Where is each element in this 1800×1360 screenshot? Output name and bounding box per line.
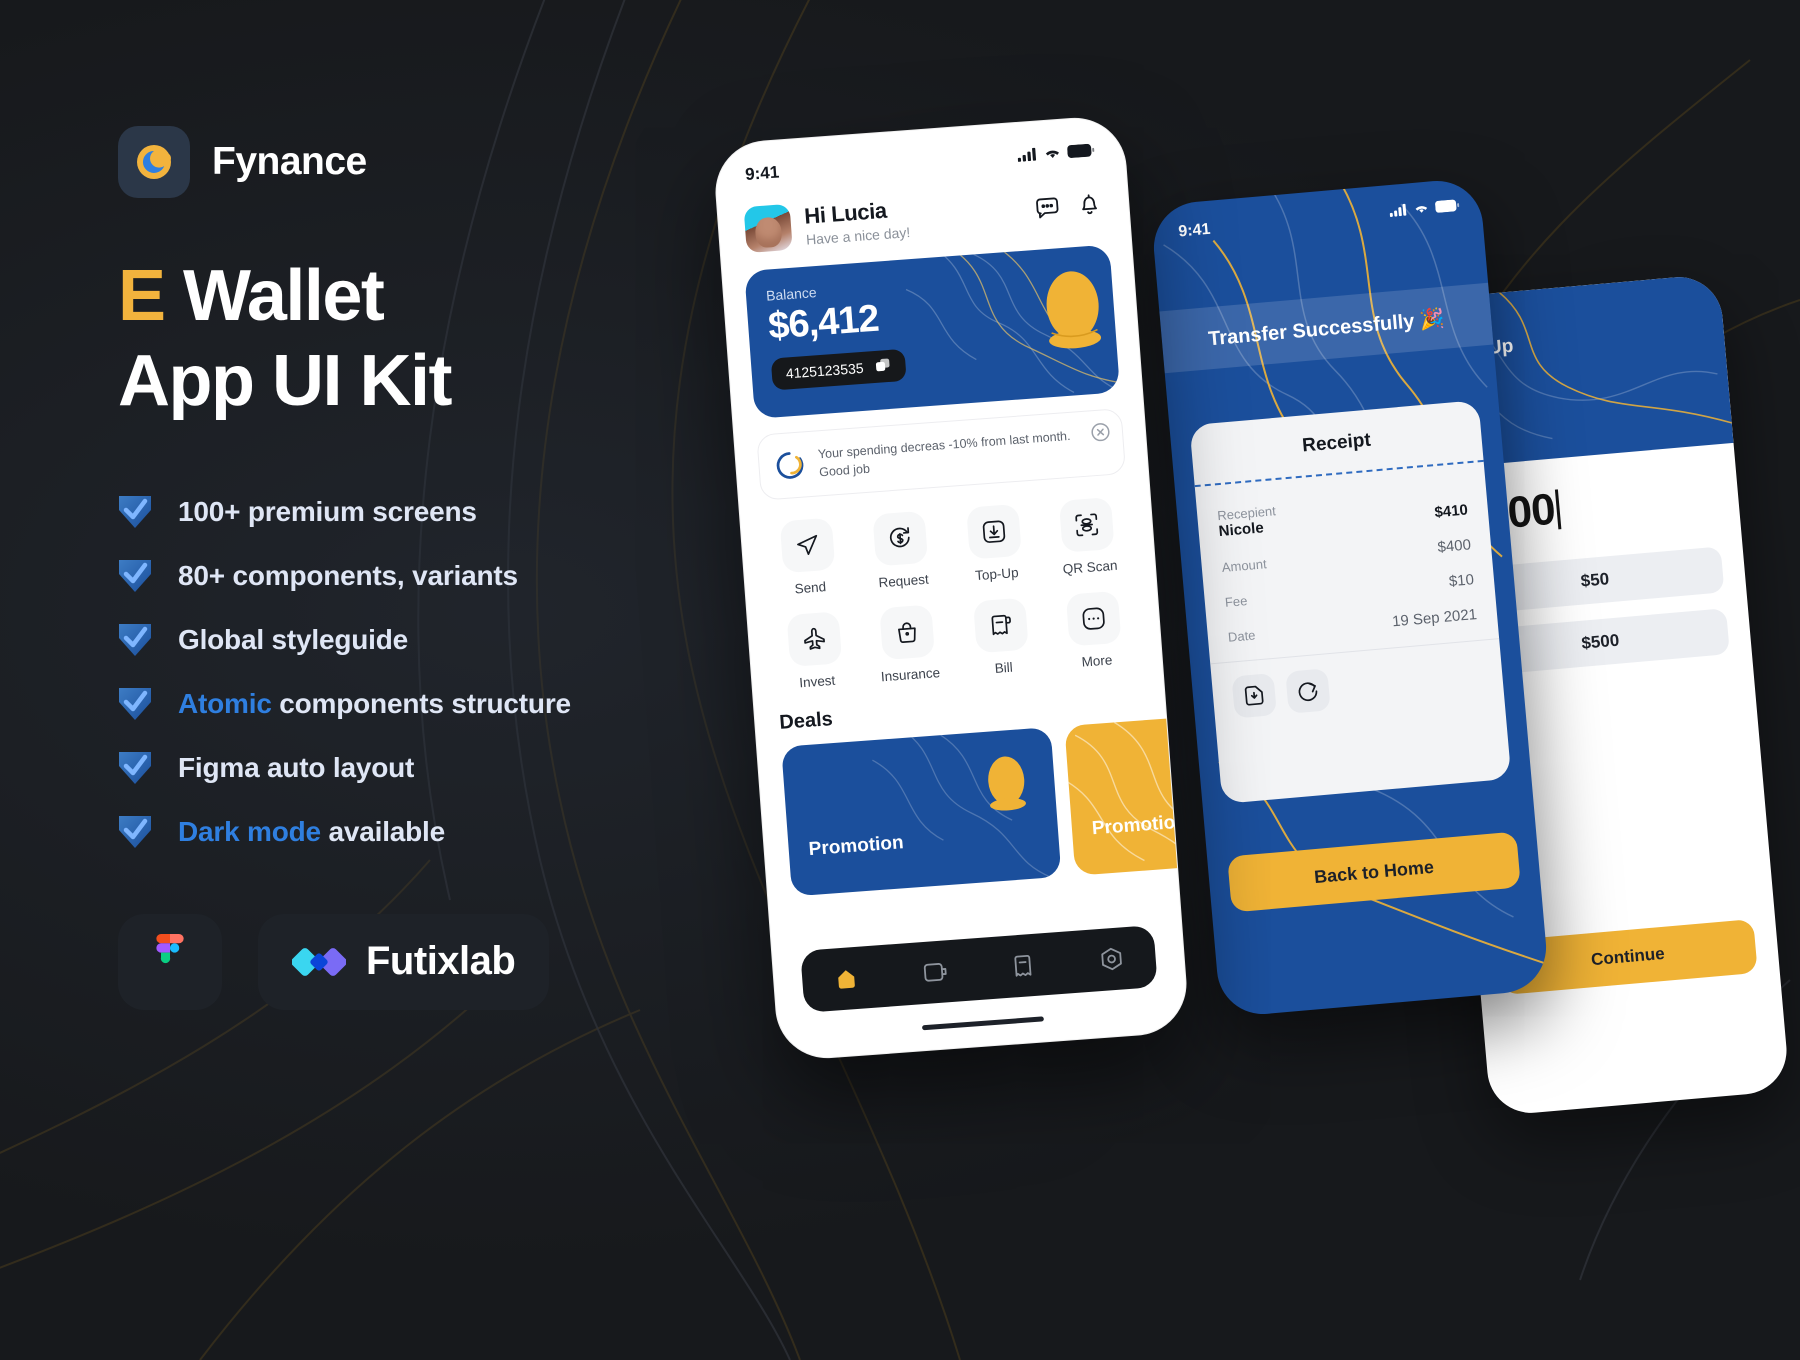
transfer-success-text: Transfer Successfully 🎉 [1207,307,1446,350]
row-amount: $10 [1448,571,1475,591]
receipt-card: Receipt Recepient Nicole $410 Amount $40… [1189,400,1512,804]
row-label: Amount [1221,556,1268,576]
action-insurance[interactable]: Insurance [859,603,958,686]
send-icon [779,517,836,574]
bag-insurance-icon [879,604,936,661]
action-label: Bill [994,659,1014,677]
row-amount: 19 Sep 2021 [1391,606,1478,631]
deal-card[interactable]: Promotion [1064,706,1191,876]
qr-scan-icon [1059,497,1115,553]
bill-receipt-icon [972,597,1029,654]
share-receipt-icon[interactable] [1285,668,1331,714]
spending-notice-text: Your spending decreas -10% from last mon… [817,428,1071,480]
status-time: 9:41 [1177,220,1212,241]
row-value: Nicole [1218,519,1265,541]
battery-icon [1435,199,1460,213]
deals-carousel[interactable]: Promotion Promotion [756,706,1191,899]
receipt-action-row [1210,638,1506,735]
close-circle-icon[interactable] [1090,422,1110,442]
action-label: Top-Up [974,565,1020,584]
action-more[interactable]: More [1045,590,1144,673]
request-money-icon [872,510,929,567]
copy-icon[interactable] [875,358,892,375]
status-icons [1017,143,1095,162]
action-topup[interactable]: Top-Up [945,503,1044,586]
topup-download-icon [965,504,1022,560]
action-bill[interactable]: Bill [952,596,1051,679]
row-label: Date [1227,627,1257,645]
deal-card[interactable]: Promotion [781,727,1062,897]
balance-card[interactable]: Balance $6,412 4125123535 [744,244,1121,419]
settings-icon[interactable] [1096,944,1126,974]
more-dots-icon [1066,591,1122,647]
spending-ring-icon [776,452,804,479]
card-number: 4125123535 [785,359,865,382]
chat-bubble-icon[interactable] [1034,194,1062,222]
home-indicator [921,1016,1044,1031]
quick-actions-grid: Send Request Top-Up QR Scan Invest Insur… [739,473,1162,695]
action-send[interactable]: Send [759,516,858,599]
poster-canvas: Fynance E Wallet App UI Kit 100+ premium… [0,0,1800,1360]
row-amount: $410 [1433,501,1469,522]
home-icon[interactable] [832,964,862,994]
action-label: Invest [798,672,836,691]
receipt-icon[interactable] [1008,951,1038,981]
phone-mockups: Top-Up $800 $50 $500 Continue [0,0,1800,1360]
action-request[interactable]: Request [852,509,951,592]
action-invest[interactable]: Invest [766,610,865,693]
phone-screen-receipt: 9:41 Transfer Successfully 🎉 Receipt Rec… [1150,177,1550,1018]
action-label: Send [794,579,827,597]
phone-screen-home: 9:41 Hi Lucia Have a nice day! Balance $… [711,114,1191,1062]
wifi-icon [1415,206,1428,213]
action-label: Request [877,571,930,591]
download-receipt-icon[interactable] [1231,672,1277,719]
action-label: More [1081,652,1113,670]
bell-icon[interactable] [1075,191,1103,219]
signal-icon [1017,147,1037,162]
receipt-rows: Recepient Nicole $410 Amount $400 Fee $1… [1195,462,1499,656]
status-time: 9:41 [744,162,780,184]
battery-icon [1067,143,1095,158]
bottom-tab-bar[interactable] [800,925,1158,1013]
row-amount: $400 [1436,536,1472,557]
wifi-icon [1045,150,1059,158]
signal-icon [1389,203,1407,217]
header-actions [1034,191,1104,222]
airplane-invest-icon [786,611,842,668]
avatar[interactable] [743,203,793,254]
row-label: Fee [1224,592,1248,610]
wallet-icon[interactable] [920,957,950,987]
action-label: QR Scan [1062,558,1118,577]
action-qrscan[interactable]: QR Scan [1038,496,1137,579]
